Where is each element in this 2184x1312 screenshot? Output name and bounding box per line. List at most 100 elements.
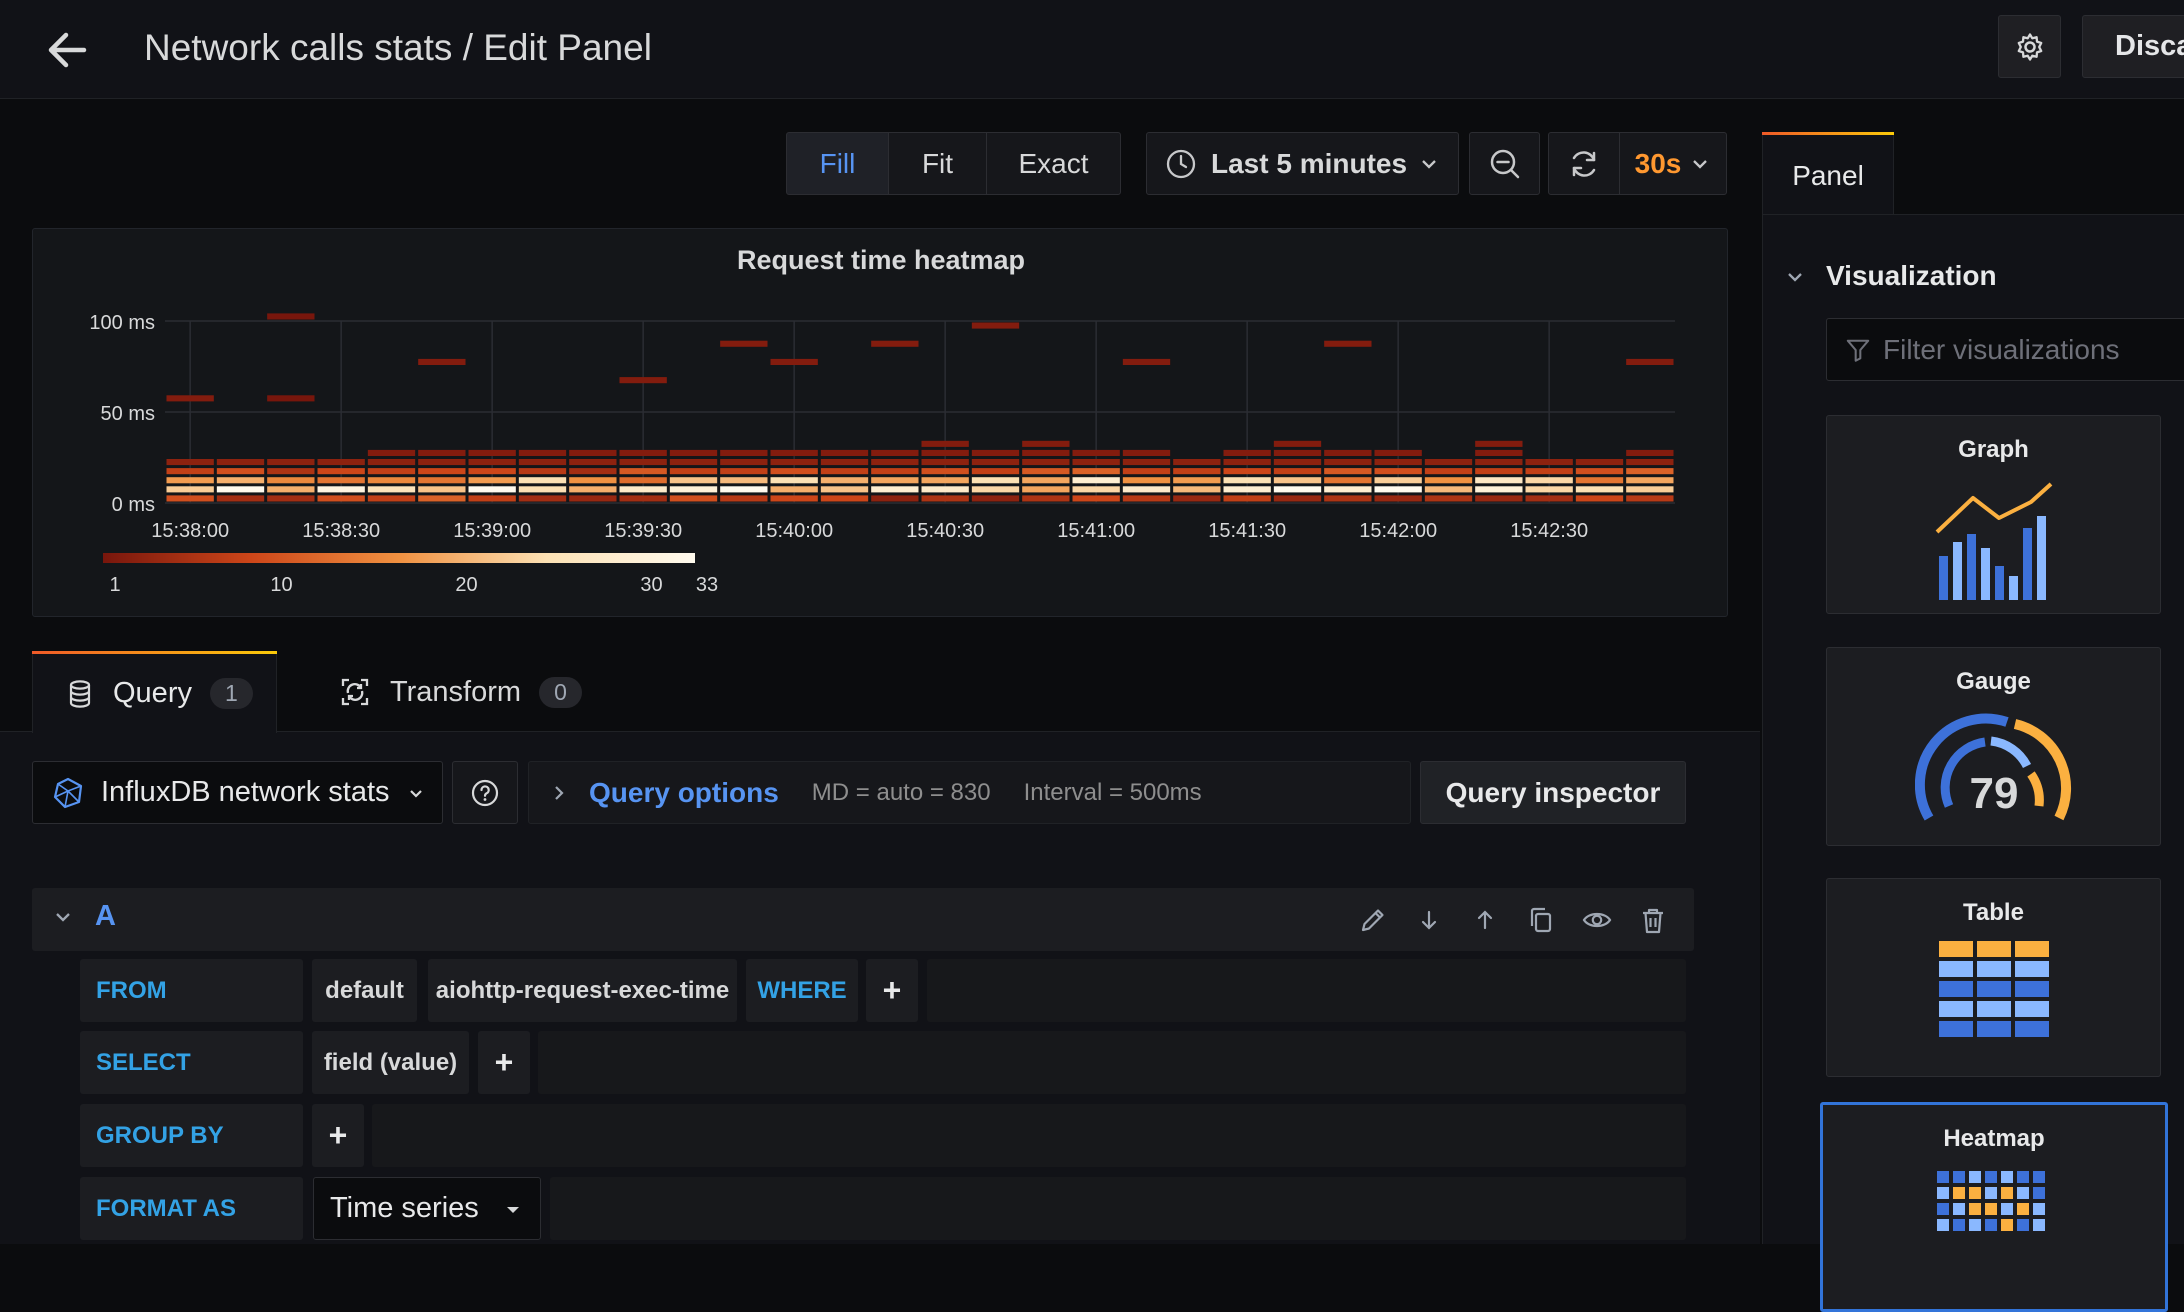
query-inspector-button[interactable]: Query inspector: [1420, 761, 1686, 824]
x-tick-label: 15:41:00: [1057, 520, 1135, 542]
heatmap-cell: [770, 486, 818, 493]
viz-card-gauge[interactable]: Gauge 79: [1826, 647, 2161, 846]
back-arrow-icon[interactable]: [40, 22, 96, 78]
heatmap-cell: [1424, 486, 1473, 493]
fill-mode-button[interactable]: Fill: [786, 132, 889, 195]
heatmap-cell: [669, 486, 718, 493]
datasource-picker[interactable]: InfluxDB network stats: [32, 761, 443, 824]
heatmap-cell: [468, 468, 516, 475]
heatmap-cell: [1122, 468, 1171, 475]
heatmap-cell: [871, 449, 919, 456]
x-tick-label: 15:38:00: [151, 520, 229, 542]
query-options-toggle[interactable]: Query options MD = auto = 830 Interval =…: [528, 761, 1411, 824]
heatmap-cell: [820, 477, 869, 484]
x-tick-label: 15:42:00: [1359, 520, 1437, 542]
heatmap-cell: [669, 468, 718, 475]
refresh-button[interactable]: [1548, 132, 1620, 195]
heatmap-cell: [1475, 468, 1523, 475]
group-by-row-filler: [372, 1104, 1686, 1167]
x-tick-label: 15:42:30: [1510, 520, 1588, 542]
table-viz-icon: [1939, 941, 2049, 1037]
heatmap-cell: [720, 340, 768, 347]
heatmap-cell: [669, 459, 718, 466]
heatmap-cell: [1626, 486, 1674, 493]
heatmap-cell: [418, 449, 466, 456]
add-group-by-button[interactable]: +: [312, 1104, 364, 1167]
filter-visualizations-field[interactable]: [1881, 332, 2184, 367]
add-select-button[interactable]: +: [478, 1031, 530, 1094]
heatmap-cell: [367, 495, 416, 502]
discard-button[interactable]: Disca: [2082, 15, 2184, 78]
x-tick-label: 15:39:30: [604, 520, 682, 542]
heatmap-panel: Request time heatmap 100 ms 50 ms 0 ms 15:3…: [32, 228, 1728, 617]
heatmap-chart[interactable]: 100 ms 50 ms 0 ms 15:38:00 15:38:30 15:39:00 1…: [33, 229, 1729, 618]
move-up-icon[interactable]: [1469, 904, 1501, 936]
filter-visualizations-input[interactable]: [1826, 318, 2184, 381]
viz-card-table[interactable]: Table: [1826, 878, 2161, 1077]
heatmap-cell: [267, 459, 315, 466]
add-where-button[interactable]: +: [866, 959, 918, 1022]
select-field-segment[interactable]: field (value): [312, 1031, 469, 1094]
heatmap-cell: [166, 477, 214, 484]
help-button[interactable]: [452, 761, 518, 824]
retention-policy-segment[interactable]: default: [312, 959, 417, 1022]
chevron-down-icon: [409, 789, 422, 798]
eye-icon[interactable]: [1581, 904, 1613, 936]
heatmap-cell: [669, 449, 718, 456]
collapse-chevron-icon[interactable]: [1784, 266, 1806, 288]
fit-mode-button[interactable]: Fit: [888, 132, 987, 195]
heatmap-cell: [1575, 486, 1624, 493]
collapse-chevron-icon[interactable]: [52, 906, 74, 928]
heatmap-cell: [317, 459, 365, 466]
exact-mode-button[interactable]: Exact: [986, 132, 1121, 195]
heatmap-cell: [1374, 449, 1422, 456]
heatmap-cell: [367, 477, 416, 484]
heatmap-cell: [1626, 459, 1674, 466]
trash-icon[interactable]: [1637, 904, 1669, 936]
from-row-filler: [927, 959, 1686, 1022]
gauge-sample-value: 79: [1970, 769, 2019, 818]
heatmap-cell: [166, 486, 214, 493]
tab-transform-label: Transform: [390, 675, 522, 708]
heatmap-cell: [1173, 495, 1221, 502]
heatmap-cell: [971, 495, 1020, 502]
viz-card-heatmap[interactable]: Heatmap: [1820, 1102, 2168, 1312]
heatmap-cell: [1324, 449, 1372, 456]
heatmap-cell: [971, 322, 1020, 329]
database-icon: [69, 679, 91, 708]
heatmap-cell: [518, 449, 567, 456]
heatmap-cell: [1072, 477, 1120, 484]
move-down-icon[interactable]: [1413, 904, 1445, 936]
measurement-segment[interactable]: aiohttp-request-exec-time: [428, 959, 737, 1022]
zoom-out-button[interactable]: [1469, 132, 1540, 195]
heatmap-cell: [1626, 449, 1674, 456]
tab-transform[interactable]: Transform 0: [340, 651, 582, 733]
heatmap-cell: [1022, 477, 1070, 484]
refresh-interval-picker[interactable]: 30s: [1619, 132, 1727, 195]
heatmap-cell: [468, 477, 516, 484]
heatmap-cell: [418, 486, 466, 493]
caret-down-icon: [507, 1207, 519, 1213]
heatmap-cell: [1273, 440, 1322, 447]
heatmap-cell: [619, 468, 667, 475]
edit-pencil-icon[interactable]: [1357, 904, 1389, 936]
tab-panel[interactable]: Panel: [1762, 132, 1894, 216]
tab-query[interactable]: Query 1: [32, 651, 277, 733]
format-as-select[interactable]: Time series: [313, 1177, 541, 1240]
viz-card-graph[interactable]: Graph: [1826, 415, 2161, 614]
heatmap-cell: [166, 459, 214, 466]
format-as-label: FORMAT AS: [80, 1177, 303, 1240]
y-tick-label: 100 ms: [89, 312, 155, 334]
tab-query-label: Query: [113, 677, 192, 709]
interval-info: Interval = 500ms: [1023, 778, 1202, 806]
heatmap-cell: [820, 459, 869, 466]
heatmap-cell: [216, 477, 265, 484]
visualization-section-title[interactable]: Visualization: [1826, 260, 1997, 292]
duplicate-icon[interactable]: [1525, 904, 1557, 936]
heatmap-cell: [1324, 340, 1372, 347]
settings-button[interactable]: [1998, 15, 2061, 78]
legend-tick-label: 30: [640, 574, 662, 596]
heatmap-cell: [1122, 477, 1171, 484]
time-range-picker[interactable]: Last 5 minutes: [1146, 132, 1459, 195]
query-ref-id[interactable]: A: [95, 900, 116, 933]
